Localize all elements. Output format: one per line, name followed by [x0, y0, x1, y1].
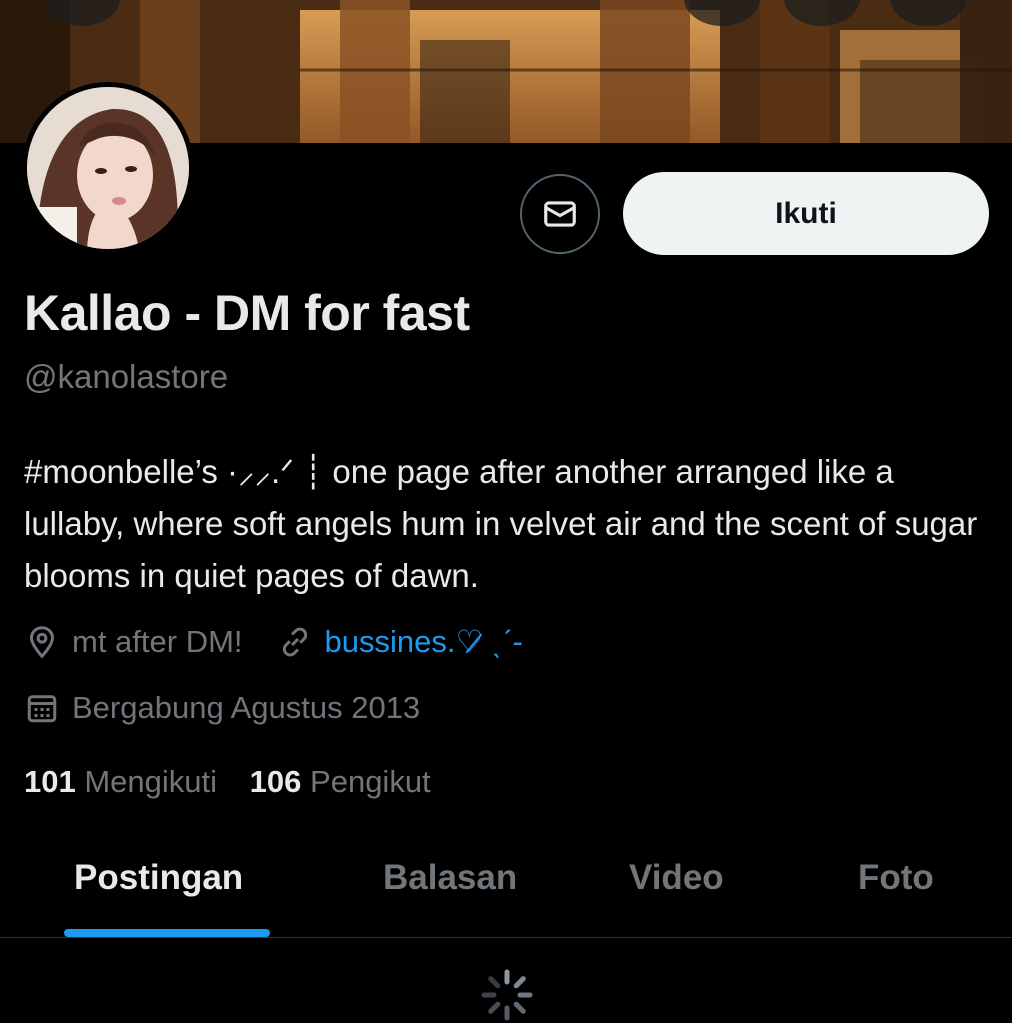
tab-postingan[interactable]: Postingan [74, 858, 243, 898]
tabs-divider [0, 937, 1012, 938]
location-pin-icon [24, 624, 60, 660]
avatar[interactable] [22, 82, 194, 254]
location-and-website-row: mt after DM! bussines.♡̷ ˎˊ- [24, 624, 523, 660]
joined-date: Bergabung Agustus 2013 [72, 690, 421, 725]
location-text: mt after DM! [72, 624, 243, 659]
tab-foto[interactable]: Foto [858, 858, 934, 898]
follow-button[interactable]: Ikuti [623, 172, 989, 255]
message-button[interactable] [520, 174, 600, 254]
avatar-image [27, 87, 189, 249]
profile-bio: #moonbelle’s ·⸝⸝.ᐟ ┊ one page after anot… [24, 453, 978, 594]
username-handle: @kanolastore [24, 358, 229, 395]
followers-label: Pengikut [310, 764, 431, 799]
followers-link[interactable]: 106 Pengikut [250, 764, 431, 799]
calendar-icon [24, 690, 60, 726]
tab-balasan[interactable]: Balasan [383, 858, 517, 898]
website-link[interactable]: bussines.♡̷ ˎˊ- [325, 624, 523, 660]
joined-row: Bergabung Agustus 2013 [24, 690, 420, 726]
envelope-icon [544, 201, 576, 227]
active-tab-indicator [64, 929, 270, 937]
follow-stats: 101 Mengikuti 106 Pengikut [24, 764, 431, 800]
following-link[interactable]: 101 Mengikuti [24, 764, 217, 799]
display-name: Kallao - DM for fast [24, 285, 470, 341]
following-count: 101 [24, 764, 76, 799]
link-icon [277, 624, 313, 660]
following-label: Mengikuti [84, 764, 218, 799]
followers-count: 106 [249, 764, 302, 799]
profile-tabs: Postingan Balasan Video Foto [0, 840, 1012, 938]
tab-video[interactable]: Video [629, 858, 724, 898]
loading-spinner-icon [481, 969, 533, 1021]
